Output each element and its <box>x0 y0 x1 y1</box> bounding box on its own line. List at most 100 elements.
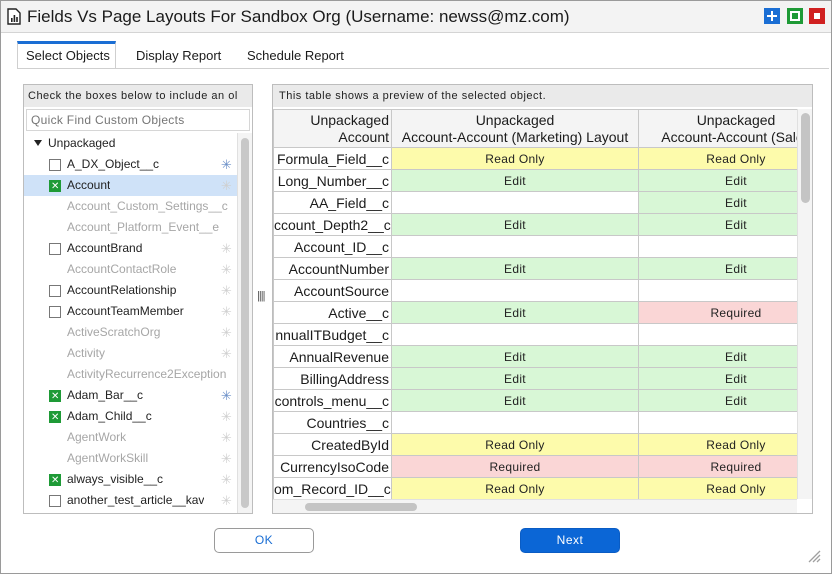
row-header-bottom: Account <box>338 128 389 145</box>
list-item[interactable]: ActivityRecurrence2Exception <box>24 364 237 385</box>
object-type-icon: ✳ <box>221 262 232 277</box>
list-item[interactable]: Account_Custom_Settings__c <box>24 196 237 217</box>
list-item[interactable]: Account_Platform_Event__e <box>24 217 237 238</box>
include-checkbox[interactable] <box>49 243 61 255</box>
include-checkbox[interactable] <box>49 159 61 171</box>
object-type-icon: ✳ <box>221 157 232 172</box>
permission-cell: Read Only <box>638 433 797 456</box>
object-name: Adam_Bar__c <box>67 388 144 402</box>
preview-horizontal-scroll-thumb[interactable] <box>305 503 417 511</box>
tab-schedule-report[interactable]: Schedule Report <box>239 41 352 69</box>
include-checkbox[interactable] <box>49 407 61 428</box>
permission-cell: Edit <box>391 213 639 236</box>
list-item[interactable]: AccountBrand ✳ <box>24 238 237 259</box>
plus-icon[interactable] <box>764 8 780 24</box>
include-checkbox[interactable] <box>49 495 61 507</box>
permission-cell: Read Only <box>391 477 639 499</box>
field-name-cell: nnualITBudget__c <box>273 323 392 346</box>
object-type-icon: ✳ <box>221 451 232 466</box>
list-item[interactable]: Adam_Bar__c ✳ <box>24 385 237 407</box>
preview-hint: This table shows a preview of the select… <box>273 85 812 107</box>
list-item[interactable]: AccountContactRole ✳ <box>24 259 237 280</box>
include-checkbox[interactable] <box>49 176 61 197</box>
table-row: AccountNumber Edit Edit <box>273 257 797 280</box>
object-name: Activity <box>67 346 106 360</box>
list-item[interactable]: ActiveScratchOrg ✳ <box>24 322 237 343</box>
preview-horizontal-scrollbar[interactable] <box>273 499 797 513</box>
object-name: another_test_article__kav <box>67 493 205 507</box>
tab-select-objects[interactable]: Select Objects <box>17 41 116 69</box>
table-row: ccount_Depth2__c Edit Edit <box>273 213 797 236</box>
tab-display-report[interactable]: Display Report <box>128 41 229 69</box>
list-item[interactable]: AccountRelationship ✳ <box>24 280 237 301</box>
include-checkbox[interactable] <box>49 306 61 318</box>
preview-panel: This table shows a preview of the select… <box>272 84 813 514</box>
panel-splitter-handle[interactable]: |||| <box>257 290 267 306</box>
field-name-cell: Formula_Field__c <box>273 147 392 170</box>
row-header-top: Unpackaged <box>310 111 389 128</box>
permission-cell: Edit <box>391 389 639 412</box>
column-header-marketing-layout[interactable]: Unpackaged Account-Account (Marketing) L… <box>391 109 639 148</box>
column-header-sales-layout[interactable]: Unpackaged Account-Account (Sales <box>638 109 797 148</box>
include-checkbox[interactable] <box>49 386 61 407</box>
list-item[interactable]: always_visible__c ✳ <box>24 469 237 491</box>
permission-cell: Edit <box>391 367 639 390</box>
object-name: Account_Platform_Event__e <box>67 220 220 234</box>
quick-find-input[interactable] <box>26 109 250 131</box>
object-name: Adam_Child__c <box>67 409 152 423</box>
list-item[interactable]: another_test_article__kav ✳ <box>24 490 237 511</box>
object-list-panel: Check the boxes below to include an ol U… <box>23 84 253 514</box>
permission-cell: Read Only <box>638 147 797 170</box>
permission-cell <box>391 235 639 258</box>
object-type-icon: ✳ <box>221 325 232 340</box>
object-list-scrollbar[interactable] <box>237 133 252 513</box>
tree-root-unpackaged[interactable]: Unpackaged <box>24 133 237 154</box>
preview-vertical-scroll-thumb[interactable] <box>801 113 810 203</box>
ok-button[interactable]: OK <box>214 528 314 553</box>
table-row: controls_menu__c Edit Edit <box>273 389 797 412</box>
list-item[interactable]: AccountTeamMember ✳ <box>24 301 237 322</box>
close-icon[interactable] <box>809 8 825 24</box>
table-row: om_Record_ID__c Read Only Read Only <box>273 477 797 499</box>
resize-grip-icon[interactable] <box>807 549 821 563</box>
list-item[interactable]: AgentWorkSkill ✳ <box>24 448 237 469</box>
object-tree: Unpackaged A_DX_Object__c✳Account✳Accoun… <box>24 133 237 513</box>
object-type-icon: ✳ <box>221 430 232 445</box>
field-name-cell: AccountNumber <box>273 257 392 280</box>
object-name: AgentWorkSkill <box>67 451 149 465</box>
object-type-icon: ✳ <box>221 283 232 298</box>
field-name-cell: AccountSource <box>273 279 392 302</box>
list-item[interactable]: Activity ✳ <box>24 343 237 364</box>
next-button[interactable]: Next <box>520 528 620 553</box>
column-header-bottom: Account-Account (Sales <box>661 128 797 145</box>
row-header-cell: Unpackaged Account <box>273 109 392 148</box>
permission-cell <box>638 279 797 302</box>
column-header-top: Unpackaged <box>475 111 555 128</box>
caret-down-icon[interactable] <box>34 140 42 146</box>
list-item[interactable]: Account ✳ <box>24 175 237 197</box>
field-name-cell: Long_Number__c <box>273 169 392 192</box>
permission-cell <box>391 323 639 346</box>
object-type-icon: ✳ <box>221 304 232 319</box>
list-item[interactable]: Adam_Child__c ✳ <box>24 406 237 428</box>
table-row: Formula_Field__c Read Only Read Only <box>273 147 797 170</box>
preview-vertical-scrollbar[interactable] <box>797 109 812 499</box>
permission-cell: Edit <box>638 213 797 236</box>
object-list-scroll-thumb[interactable] <box>241 138 249 508</box>
permission-cell <box>638 323 797 346</box>
permission-cell: Edit <box>391 301 639 324</box>
object-type-icon: ✳ <box>221 178 232 193</box>
object-name: AccountTeamMember <box>67 304 184 318</box>
list-item[interactable]: AgentWork ✳ <box>24 427 237 448</box>
table-row: Long_Number__c Edit Edit <box>273 169 797 192</box>
field-name-cell: CreatedById <box>273 433 392 456</box>
object-type-icon: ✳ <box>221 346 232 361</box>
permission-cell: Edit <box>391 345 639 368</box>
table-row: Active__c Edit Required <box>273 301 797 324</box>
include-checkbox[interactable] <box>49 470 61 491</box>
table-row: AA_Field__c Edit <box>273 191 797 214</box>
list-item[interactable]: A_DX_Object__c ✳ <box>24 154 237 175</box>
permission-cell: Edit <box>638 169 797 192</box>
maximize-icon[interactable] <box>787 8 803 24</box>
include-checkbox[interactable] <box>49 285 61 297</box>
